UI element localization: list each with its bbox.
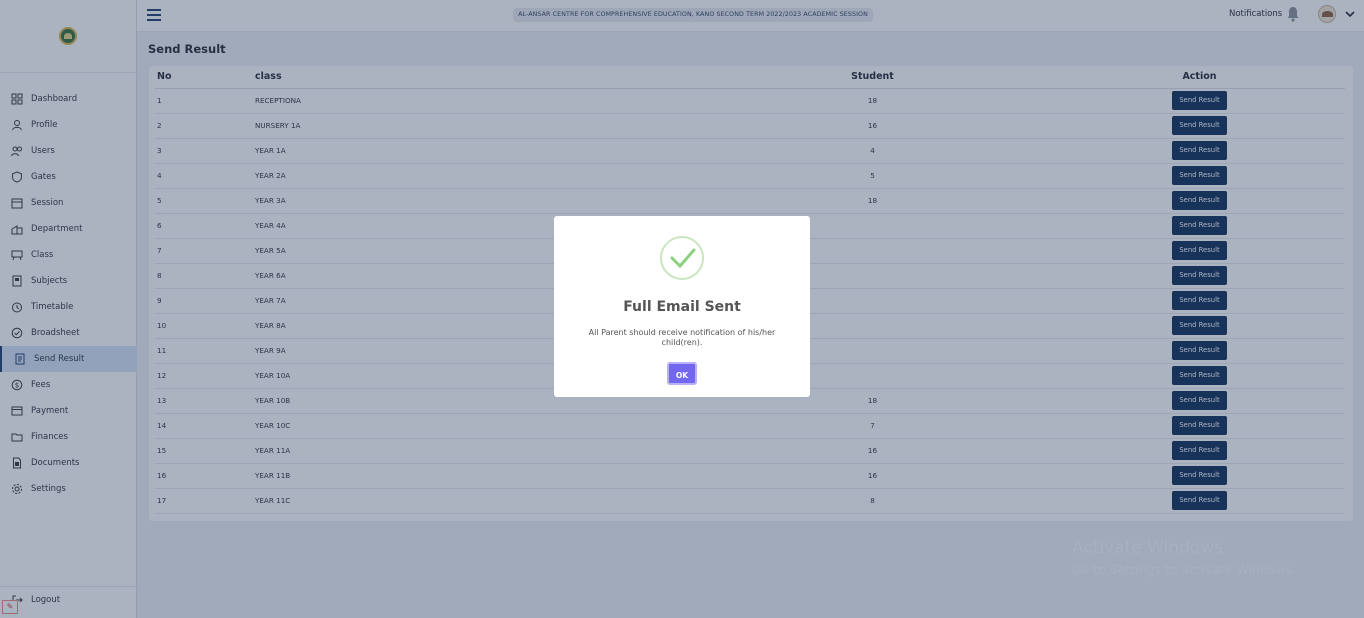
ok-button[interactable]: OK (667, 362, 697, 385)
dialog-title: Full Email Sent (623, 299, 741, 315)
success-check-icon (660, 236, 704, 280)
dialog-message: All Parent should receive notification o… (588, 328, 776, 347)
success-dialog: Full Email Sent All Parent should receiv… (554, 216, 810, 397)
